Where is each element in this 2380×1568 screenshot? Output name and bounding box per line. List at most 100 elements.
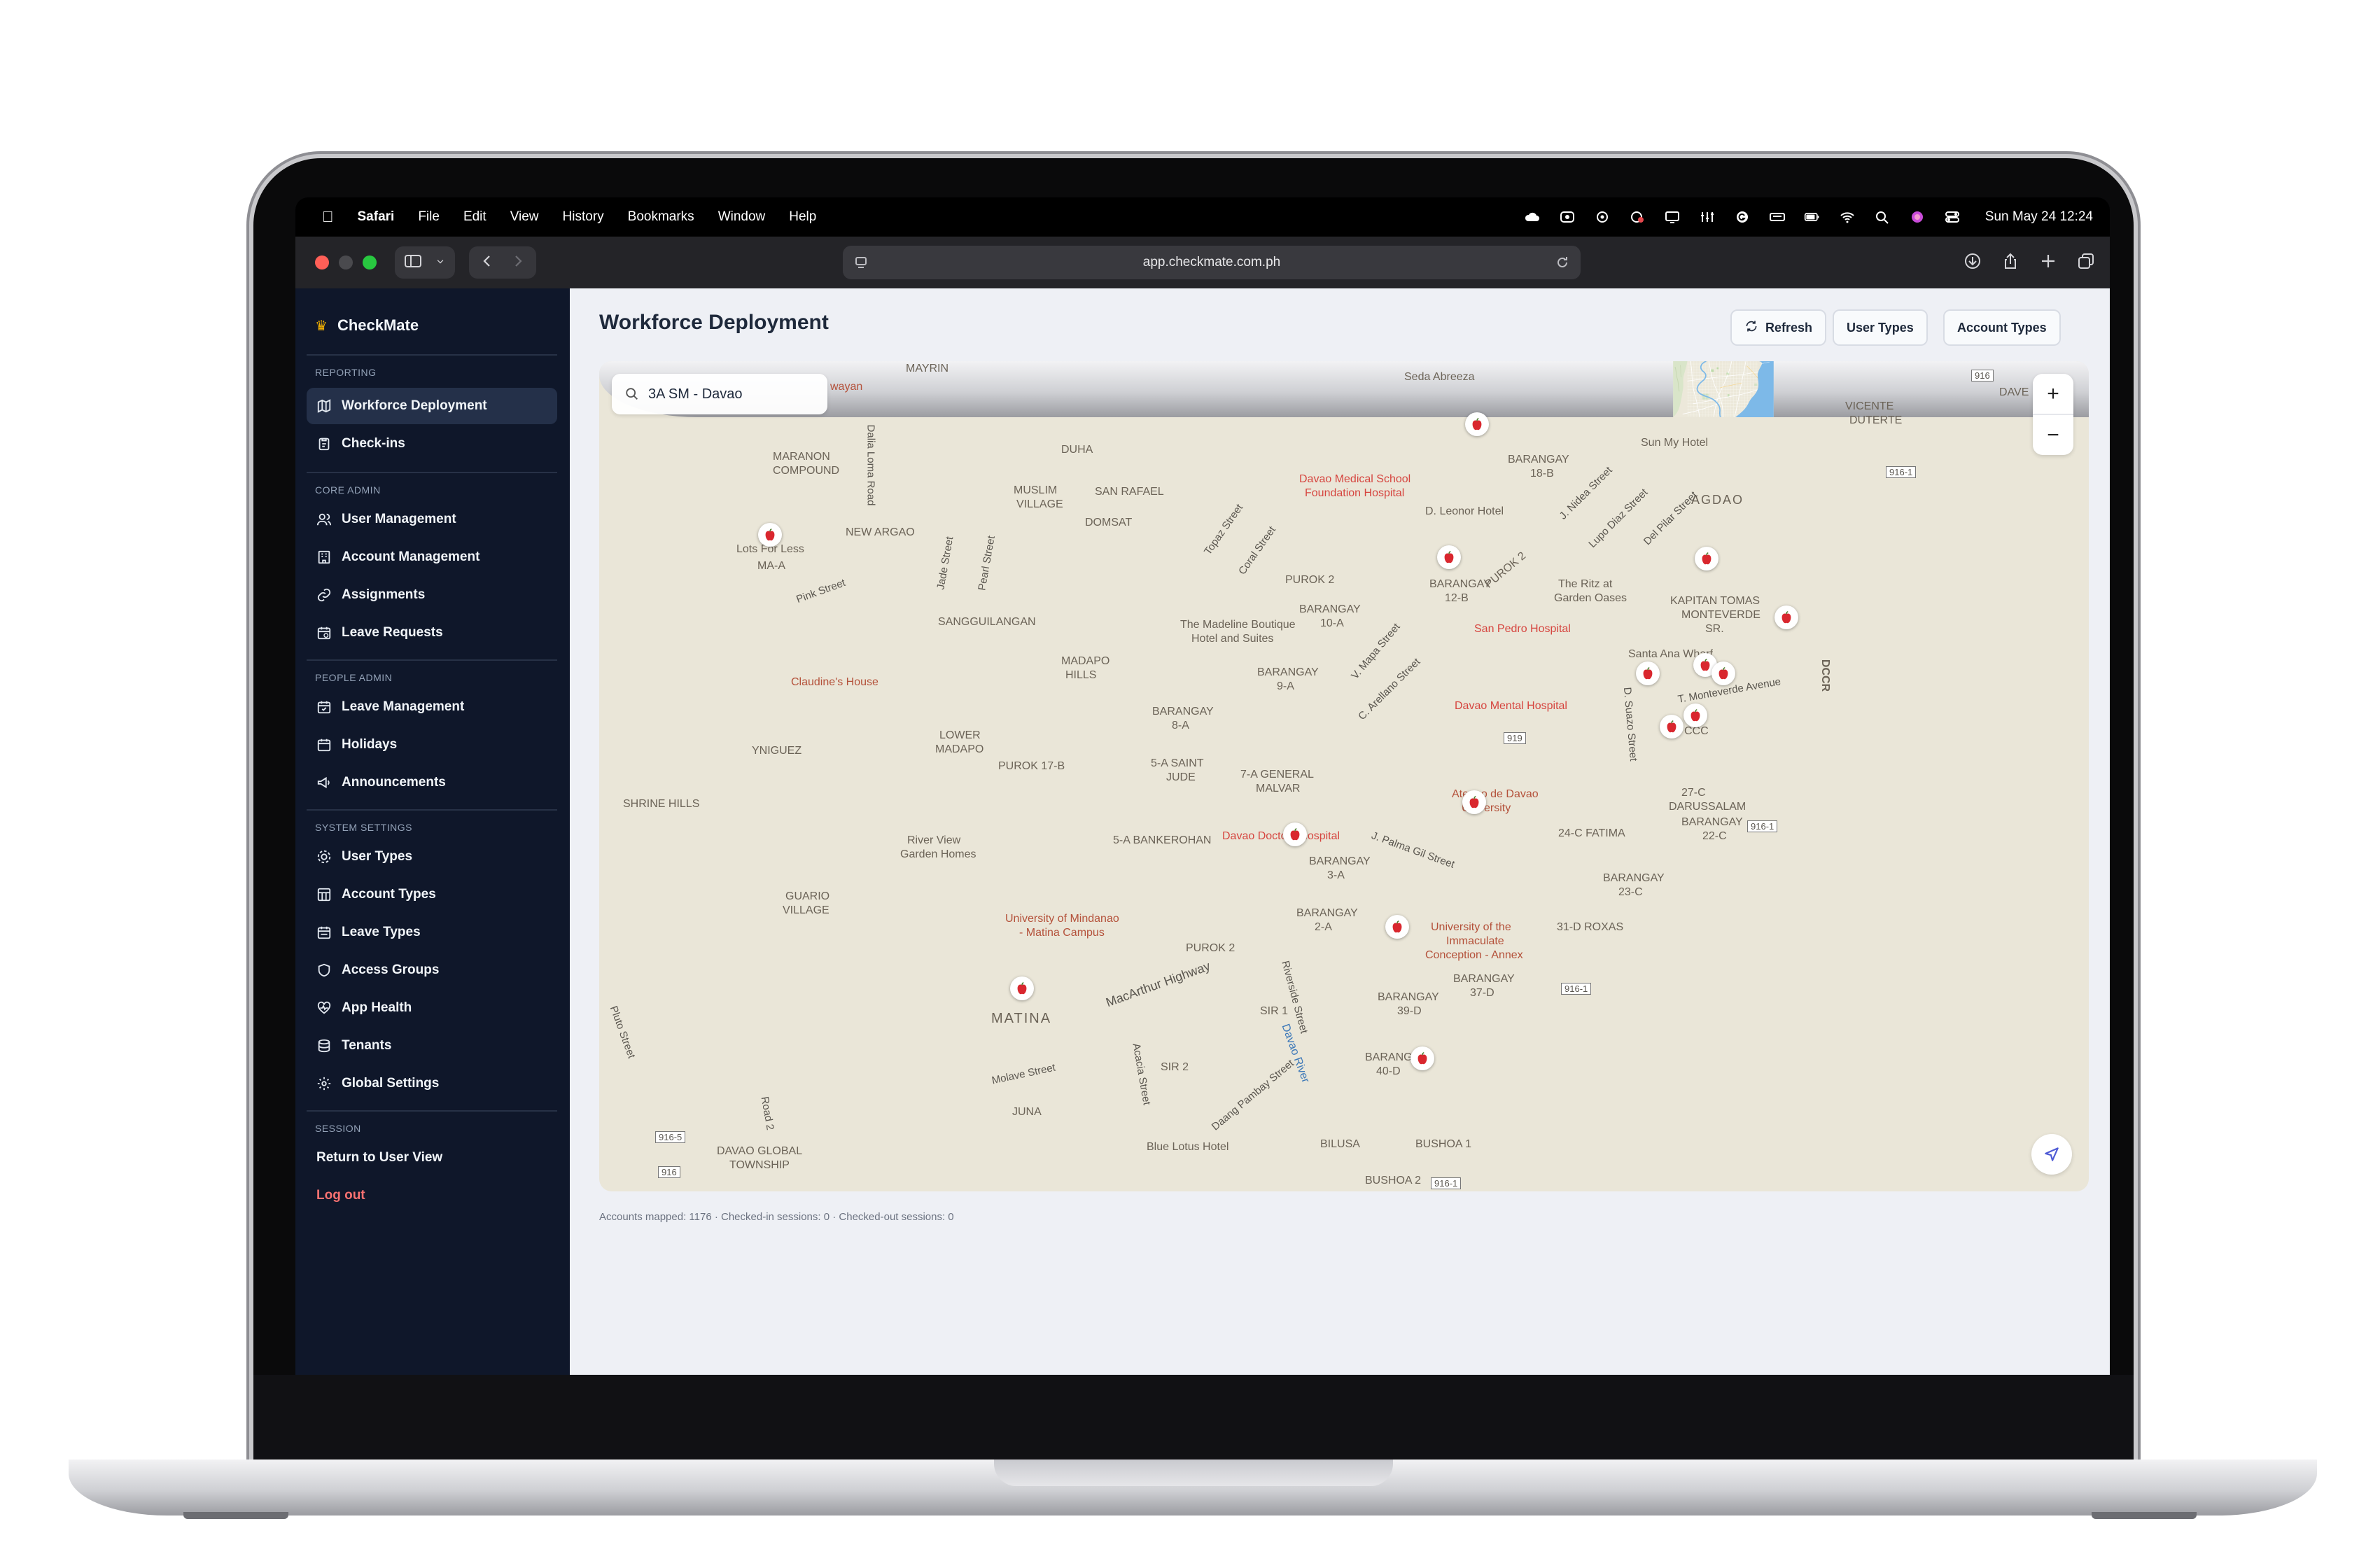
menu-bookmarks[interactable]: Bookmarks xyxy=(628,209,694,225)
keyboard-icon[interactable] xyxy=(1768,210,1786,224)
account-pin[interactable] xyxy=(1636,662,1660,685)
crown-icon: ♛ xyxy=(315,318,328,334)
menu-view[interactable]: View xyxy=(510,209,539,225)
account-pin[interactable] xyxy=(1660,715,1684,738)
account-pin[interactable] xyxy=(1010,976,1034,1000)
laptop-base-notch xyxy=(994,1460,1393,1486)
grammarly-icon[interactable] xyxy=(1733,210,1751,224)
account-pin[interactable] xyxy=(1410,1046,1434,1070)
divider xyxy=(307,472,557,473)
siri-icon[interactable] xyxy=(1908,210,1926,224)
account-pin[interactable] xyxy=(1462,790,1486,814)
menu-app-name[interactable]: Safari xyxy=(358,209,395,225)
sidebar-item-leave-types[interactable]: Leave Types xyxy=(307,914,557,951)
sidebar-item-assignments[interactable]: Assignments xyxy=(307,577,557,613)
menu-help[interactable]: Help xyxy=(789,209,816,225)
menubar-clock[interactable]: Sun May 24 12:24 xyxy=(1985,209,2093,225)
sidebar-item-account-types[interactable]: Account Types xyxy=(307,876,557,913)
map-status-text: Accounts mapped: 1176 · Checked-in sessi… xyxy=(599,1211,954,1223)
menu-history[interactable]: History xyxy=(563,209,604,225)
account-types-button[interactable]: Account Types xyxy=(1943,309,2061,346)
sidebar-toggle-icon[interactable] xyxy=(403,253,423,273)
sidebar-item-user-types[interactable]: User Types xyxy=(307,839,557,875)
screen-record-icon[interactable] xyxy=(1628,210,1646,224)
tools-icon[interactable] xyxy=(1698,210,1716,224)
cast-icon[interactable] xyxy=(1663,210,1681,224)
deployment-map[interactable]: Seda Abreeza MAYRIN wayan DUHA MARANON C… xyxy=(599,361,2089,1191)
map-label: 22-C xyxy=(1702,830,1727,842)
brand[interactable]: ♛ CheckMate xyxy=(315,316,419,335)
sidebar-item-return-to-user-view[interactable]: Return to User View xyxy=(307,1140,567,1176)
creative-cloud-icon[interactable] xyxy=(1558,210,1576,224)
map-label: D. Leonor Hotel xyxy=(1425,505,1504,517)
map-label: University of Mindanao xyxy=(1005,913,1119,925)
sidebar-item-workforce-deployment[interactable]: Workforce Deployment xyxy=(307,388,557,424)
wifi-icon[interactable] xyxy=(1838,210,1856,224)
spotlight-icon[interactable] xyxy=(1873,210,1891,224)
tab-overview-icon[interactable] xyxy=(2076,251,2096,274)
sidebar-item-leave-requests[interactable]: Leave Requests xyxy=(307,615,557,651)
user-types-button[interactable]: User Types xyxy=(1833,309,1928,346)
address-bar[interactable]: app.checkmate.com.ph xyxy=(843,246,1581,279)
menu-window[interactable]: Window xyxy=(718,209,766,225)
sidebar-item-log-out[interactable]: Log out xyxy=(307,1177,567,1214)
battery-icon[interactable] xyxy=(1803,210,1821,224)
forward-icon[interactable] xyxy=(508,253,528,273)
share-icon[interactable] xyxy=(2001,251,2020,274)
apple-icon xyxy=(1469,796,1479,808)
refresh-button[interactable]: Refresh xyxy=(1730,309,1827,346)
zoom-in-button[interactable]: + xyxy=(2033,374,2073,414)
page-settings-icon[interactable] xyxy=(853,254,869,275)
map-label: BILUSA xyxy=(1320,1138,1360,1150)
sidebar-item-holidays[interactable]: Holidays xyxy=(307,727,557,763)
window-zoom-button[interactable] xyxy=(363,255,377,270)
window-minimize-button[interactable] xyxy=(339,255,353,270)
map-label: DAVAO GLOBAL xyxy=(717,1145,803,1157)
account-pin[interactable] xyxy=(1465,412,1489,436)
openai-icon[interactable] xyxy=(1593,210,1611,224)
icloud-icon[interactable] xyxy=(1523,210,1541,224)
calendar-clock-icon xyxy=(316,625,332,640)
map-label: SHRINE HILLS xyxy=(623,798,700,810)
menu-edit[interactable]: Edit xyxy=(463,209,486,225)
account-pin[interactable] xyxy=(758,523,782,547)
reload-icon[interactable] xyxy=(1554,254,1571,275)
downloads-icon[interactable] xyxy=(1963,251,1982,274)
window-close-button[interactable] xyxy=(315,255,329,270)
section-title-core-admin: CORE ADMIN xyxy=(315,484,381,496)
apple-icon xyxy=(1700,659,1710,671)
sidebar-item-global-settings[interactable]: Global Settings xyxy=(307,1065,557,1102)
account-pin[interactable] xyxy=(1695,547,1718,570)
sidebar-item-announcements[interactable]: Announcements xyxy=(307,764,557,801)
account-pin[interactable] xyxy=(1712,662,1735,685)
sidebar-item-leave-management[interactable]: Leave Management xyxy=(307,689,557,725)
map-label: Pink Street xyxy=(794,576,848,606)
sidebar-item-app-health[interactable]: App Health xyxy=(307,990,557,1026)
map-search-input[interactable]: 3A SM - Davao xyxy=(612,374,827,414)
account-pin[interactable] xyxy=(1774,606,1798,629)
control-center-icon[interactable] xyxy=(1943,210,1961,224)
sidebar-item-user-management[interactable]: User Management xyxy=(307,501,557,538)
account-pin[interactable] xyxy=(1283,822,1307,846)
sidebar-item-access-groups[interactable]: Access Groups xyxy=(307,952,557,988)
location-arrow-icon xyxy=(2045,1147,2059,1161)
sidebar-item-check-ins[interactable]: Check-ins xyxy=(307,426,557,462)
menu-file[interactable]: File xyxy=(418,209,440,225)
map-label: 12-B xyxy=(1445,592,1469,604)
sidebar-item-label: App Health xyxy=(342,1000,412,1015)
map-search-value: 3A SM - Davao xyxy=(648,386,743,402)
zoom-out-button[interactable]: − xyxy=(2033,415,2073,455)
chevron-down-icon[interactable] xyxy=(434,253,447,273)
locate-me-button[interactable] xyxy=(2031,1134,2072,1175)
account-pin[interactable] xyxy=(1684,704,1707,727)
new-tab-icon[interactable] xyxy=(2038,251,2058,274)
route-shield: 916-1 xyxy=(1561,983,1592,995)
sidebar-item-account-management[interactable]: Account Management xyxy=(307,539,557,575)
sidebar-item-tenants[interactable]: Tenants xyxy=(307,1028,557,1064)
sidebar-item-label: Announcements xyxy=(342,775,446,790)
account-pin[interactable] xyxy=(1437,545,1461,569)
map-label: SIR 2 xyxy=(1161,1061,1189,1073)
back-icon[interactable] xyxy=(477,253,497,273)
apple-menu-icon[interactable]:  xyxy=(322,208,334,226)
account-pin[interactable] xyxy=(1385,915,1409,939)
